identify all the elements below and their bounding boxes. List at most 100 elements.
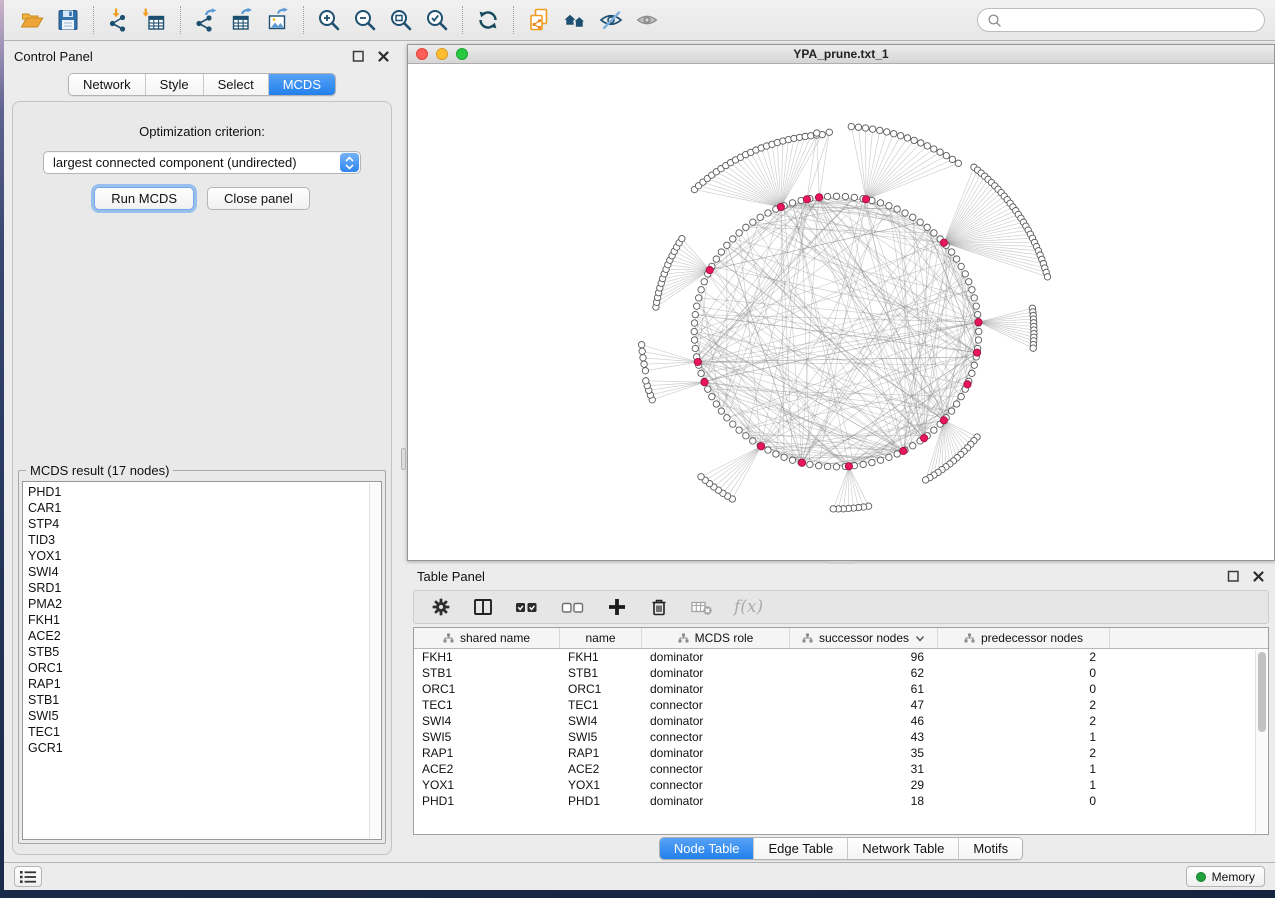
close-panel-icon[interactable] [377,50,390,63]
tab-edge-table[interactable]: Edge Table [753,838,847,859]
panel-list-button[interactable] [14,866,42,887]
list-scrollbar[interactable] [369,483,380,838]
network-window-titlebar[interactable]: YPA_prune.txt_1 [408,45,1274,64]
tab-network-table[interactable]: Network Table [847,838,958,859]
mcds-result-item[interactable]: FKH1 [28,612,367,628]
refresh-view-button[interactable] [470,4,506,36]
zoom-selected-icon [424,7,450,33]
deselect-all-button[interactable] [560,596,586,618]
table-panel-header: Table Panel [407,564,1275,588]
mcds-result-item[interactable]: PMA2 [28,596,367,612]
mcds-result-item[interactable]: ORC1 [28,660,367,676]
table-settings-button[interactable] [430,596,452,618]
table-row[interactable]: PHD1PHD1dominator180 [414,793,1268,809]
mcds-result-item[interactable]: YOX1 [28,548,367,564]
table-row[interactable]: ORC1ORC1dominator610 [414,681,1268,697]
import-table-button[interactable] [137,4,173,36]
column-header-mcds-role[interactable]: MCDS role [642,628,790,648]
add-column-button[interactable] [606,596,628,618]
zoom-out-button[interactable] [347,4,383,36]
show-all-button[interactable] [629,4,665,36]
optimization-criterion-select[interactable]: largest connected component (undirected) [43,151,361,174]
minimize-window-icon[interactable] [436,48,448,60]
mcds-result-item[interactable]: SWI4 [28,564,367,580]
table-row[interactable]: TEC1TEC1connector472 [414,697,1268,713]
splitter-grip[interactable] [401,448,406,470]
table-cell: connector [642,762,790,776]
table-row[interactable]: FKH1FKH1dominator962 [414,649,1268,665]
tab-node-table[interactable]: Node Table [660,838,754,859]
zoom-selected-button[interactable] [419,4,455,36]
table-row[interactable]: RAP1RAP1dominator352 [414,745,1268,761]
network-svg[interactable] [408,64,1274,560]
mcds-result-item[interactable]: RAP1 [28,676,367,692]
export-network-button[interactable] [188,4,224,36]
table-row[interactable]: ACE2ACE2connector311 [414,761,1268,777]
mcds-result-item[interactable]: STP4 [28,516,367,532]
zoom-fit-button[interactable] [383,4,419,36]
mcds-result-item[interactable]: TID3 [28,532,367,548]
mcds-result-item[interactable]: PHD1 [28,484,367,500]
save-session-button[interactable] [50,4,86,36]
export-image-button[interactable] [260,4,296,36]
split-view-button[interactable] [472,596,494,618]
first-neighbors-button[interactable] [557,4,593,36]
close-panel-button[interactable]: Close panel [207,187,310,210]
import-network-icon [106,7,132,33]
column-header-successor-nodes[interactable]: successor nodes [790,628,938,648]
network-window-title: YPA_prune.txt_1 [408,47,1274,61]
horizontal-splitter[interactable] [407,561,1275,564]
export-table-icon [229,7,255,33]
search-icon [987,13,1002,28]
open-file-button[interactable] [14,4,50,36]
mcds-result-item[interactable]: ACE2 [28,628,367,644]
table-row[interactable]: SWI5SWI5connector431 [414,729,1268,745]
scrollbar-thumb[interactable] [1258,652,1266,732]
column-header-predecessor-nodes[interactable]: predecessor nodes [938,628,1110,648]
table-cell: ACE2 [414,762,560,776]
close-panel-icon[interactable] [1252,570,1265,583]
delete-column-button[interactable] [648,596,670,618]
hide-selected-button[interactable] [593,4,629,36]
duplicate-network-button[interactable] [521,4,557,36]
function-builder-button[interactable]: f(x) [734,597,763,617]
float-panel-icon[interactable] [1227,570,1240,583]
tab-network[interactable]: Network [69,74,145,95]
mcds-result-item[interactable]: STB1 [28,692,367,708]
mcds-result-item[interactable]: STB5 [28,644,367,660]
tab-motifs[interactable]: Motifs [958,838,1022,859]
run-mcds-button[interactable]: Run MCDS [94,187,194,210]
vertical-splitter[interactable] [400,44,407,862]
mcds-result-item[interactable]: TEC1 [28,724,367,740]
mcds-result-item[interactable]: GCR1 [28,740,367,756]
mcds-result-item[interactable]: CAR1 [28,500,367,516]
tab-style[interactable]: Style [145,74,203,95]
table-scrollbar[interactable] [1255,650,1267,833]
close-window-icon[interactable] [416,48,428,60]
memory-button[interactable]: Memory [1186,866,1265,887]
mcds-result-item[interactable]: SRD1 [28,580,367,596]
search-box[interactable] [977,8,1265,32]
table-cell: RAP1 [560,746,642,760]
mcds-result-list[interactable]: PHD1CAR1STP4TID3YOX1SWI4SRD1PMA2FKH1ACE2… [22,481,382,840]
column-header-shared-name[interactable]: shared name [414,628,560,648]
network-canvas[interactable] [408,64,1274,560]
table-row[interactable]: STB1STB1dominator620 [414,665,1268,681]
delete-table-button[interactable] [690,596,714,618]
select-all-button[interactable] [514,596,540,618]
table-row[interactable]: SWI4SWI4dominator462 [414,713,1268,729]
table-row[interactable]: YOX1YOX1connector291 [414,777,1268,793]
float-panel-icon[interactable] [352,50,365,63]
tab-mcds[interactable]: MCDS [268,74,335,95]
maximize-window-icon[interactable] [456,48,468,60]
splitter-grip[interactable] [828,561,854,564]
tab-select[interactable]: Select [203,74,268,95]
export-table-button[interactable] [224,4,260,36]
column-header-name[interactable]: name [560,628,642,648]
import-network-button[interactable] [101,4,137,36]
zoom-in-button[interactable] [311,4,347,36]
table-cell: ACE2 [560,762,642,776]
search-input[interactable] [1008,13,1255,27]
mcds-result-item[interactable]: SWI5 [28,708,367,724]
table-cell: 43 [790,730,938,744]
